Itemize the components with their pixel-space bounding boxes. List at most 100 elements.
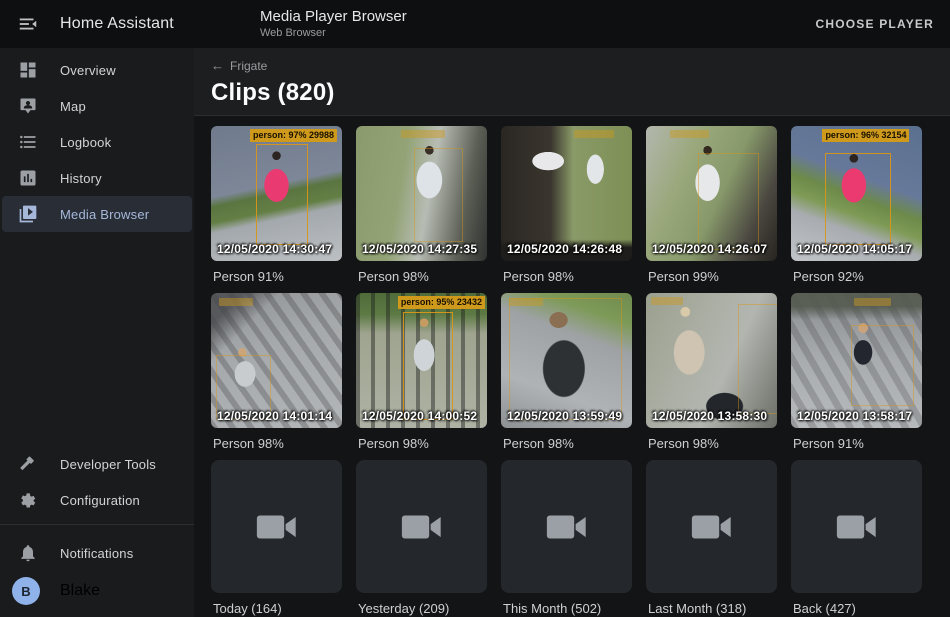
folder-this-month[interactable]: [501, 460, 632, 593]
video-camera-icon: [834, 511, 880, 543]
back-arrow-icon: ←: [211, 58, 224, 73]
detection-label-faded: [670, 130, 709, 138]
page-heading: Clips (820): [211, 79, 950, 107]
clip-label: Person 98%: [358, 436, 487, 452]
folder-card: Today (164): [211, 460, 342, 616]
sidebar-item-configuration[interactable]: Configuration: [2, 482, 192, 518]
breadcrumb-label: Frigate: [230, 59, 267, 73]
clip-timestamp: 12/05/2020 14:00:52: [362, 409, 477, 423]
content-header: ← Frigate Clips (820): [194, 48, 950, 116]
hammer-icon: [18, 454, 38, 474]
sidebar-item-label: Configuration: [60, 493, 140, 508]
sidebar-item-label: Media Browser: [60, 207, 149, 222]
clip-thumbnail[interactable]: 12/05/2020 13:58:17: [791, 293, 922, 428]
detection-label-faded: [854, 298, 891, 306]
clip-label: Person 98%: [358, 269, 487, 285]
folder-last-month[interactable]: [646, 460, 777, 593]
clip-card: person: 96% 32154 12/05/2020 14:05:17 Pe…: [791, 126, 922, 293]
detection-bbox: [738, 304, 777, 415]
clip-thumbnail[interactable]: person: 95% 23432 12/05/2020 14:00:52: [356, 293, 487, 428]
sidebar-item-label: Overview: [60, 63, 116, 78]
video-camera-icon: [689, 511, 735, 543]
breadcrumb-back[interactable]: ← Frigate: [211, 58, 267, 73]
sidebar-item-label: History: [60, 171, 102, 186]
sidebar-toggle-icon[interactable]: [16, 12, 40, 36]
clip-label: Person 99%: [648, 269, 777, 285]
clip-thumbnail[interactable]: 12/05/2020 13:58:30: [646, 293, 777, 428]
sidebar-item-overview[interactable]: Overview: [2, 52, 192, 88]
clip-timestamp: 12/05/2020 14:26:07: [652, 242, 767, 256]
sidebar-item-history[interactable]: History: [2, 160, 192, 196]
detection-label-faded: [219, 298, 253, 306]
app-bar: Home Assistant Media Player Browser Web …: [0, 0, 950, 48]
clip-timestamp: 12/05/2020 14:27:35: [362, 242, 477, 256]
folder-card: This Month (502): [501, 460, 632, 616]
clip-timestamp: 12/05/2020 14:05:17: [797, 242, 912, 256]
user-avatar: B: [12, 577, 40, 605]
video-camera-icon: [254, 511, 300, 543]
clips-grid: person: 97% 29988 12/05/2020 14:30:47 Pe…: [194, 116, 950, 616]
clip-card: person: 95% 23432 12/05/2020 14:00:52 Pe…: [356, 293, 487, 460]
sidebar-item-map[interactable]: Map: [2, 88, 192, 124]
format-list-bulleted-icon: [18, 132, 38, 152]
detection-bbox: [256, 144, 308, 245]
clip-thumbnail[interactable]: person: 97% 29988 12/05/2020 14:30:47: [211, 126, 342, 261]
folder-card: Back (427): [791, 460, 922, 616]
clip-timestamp: 12/05/2020 14:01:14: [217, 409, 332, 423]
page-title-block: Media Player Browser Web Browser: [260, 8, 407, 41]
sidebar-item-user-profile[interactable]: B Blake: [2, 571, 192, 611]
sidebar-item-developer-tools[interactable]: Developer Tools: [2, 446, 192, 482]
gear-icon: [18, 490, 38, 510]
clip-card: 12/05/2020 13:59:49 Person 98%: [501, 293, 632, 460]
detection-label-faded: [574, 130, 613, 138]
folder-today[interactable]: [211, 460, 342, 593]
clip-thumbnail[interactable]: 12/05/2020 14:26:07: [646, 126, 777, 261]
clip-timestamp: 12/05/2020 14:26:48: [507, 242, 622, 256]
view-dashboard-icon: [18, 60, 38, 80]
clip-timestamp: 12/05/2020 13:59:49: [507, 409, 622, 423]
clip-label: Person 91%: [213, 269, 342, 285]
sidebar-item-notifications[interactable]: Notifications: [2, 535, 192, 571]
clip-thumbnail[interactable]: person: 96% 32154 12/05/2020 14:05:17: [791, 126, 922, 261]
clip-thumbnail[interactable]: 12/05/2020 14:01:14: [211, 293, 342, 428]
folder-yesterday[interactable]: [356, 460, 487, 593]
clip-thumbnail[interactable]: 12/05/2020 14:26:48: [501, 126, 632, 261]
home-assistant-app: Home Assistant Media Player Browser Web …: [0, 0, 950, 617]
sidebar-item-logbook[interactable]: Logbook: [2, 124, 192, 160]
clip-card: 12/05/2020 14:26:48 Person 98%: [501, 126, 632, 293]
play-box-multiple-icon: [18, 204, 38, 224]
user-name: Blake: [60, 582, 100, 600]
page-title: Media Player Browser: [260, 8, 407, 27]
clip-card: 12/05/2020 14:27:35 Person 98%: [356, 126, 487, 293]
clip-thumbnail[interactable]: 12/05/2020 14:27:35: [356, 126, 487, 261]
sidebar-item-media-browser[interactable]: Media Browser: [2, 196, 192, 232]
folder-back[interactable]: [791, 460, 922, 593]
clip-label: Person 98%: [648, 436, 777, 452]
video-camera-icon: [399, 511, 445, 543]
video-camera-icon: [544, 511, 590, 543]
detection-label: person: 97% 29988: [250, 129, 337, 142]
detection-label-faded: [509, 298, 543, 306]
detection-label-faded: [401, 130, 446, 138]
choose-player-button[interactable]: CHOOSE PLAYER: [815, 0, 934, 48]
clip-card: 12/05/2020 13:58:17 Person 91%: [791, 293, 922, 460]
sidebar-item-label: Logbook: [60, 135, 111, 150]
folder-card: Last Month (318): [646, 460, 777, 616]
detection-bbox: [414, 148, 464, 243]
clip-card: 12/05/2020 14:26:07 Person 99%: [646, 126, 777, 293]
clip-timestamp: 12/05/2020 13:58:30: [652, 409, 767, 423]
clip-card: 12/05/2020 13:58:30 Person 98%: [646, 293, 777, 460]
sidebar-spacer: [0, 232, 194, 446]
folder-label: This Month (502): [503, 601, 632, 616]
detection-bbox: [851, 325, 914, 406]
sidebar-item-label: Map: [60, 99, 86, 114]
folder-label: Last Month (318): [648, 601, 777, 616]
clip-thumbnail[interactable]: 12/05/2020 13:59:49: [501, 293, 632, 428]
page-subtitle: Web Browser: [260, 27, 407, 41]
clip-label: Person 98%: [503, 269, 632, 285]
folder-label: Yesterday (209): [358, 601, 487, 616]
sidebar-divider: [0, 524, 194, 525]
app-bar-left: Home Assistant: [0, 12, 194, 36]
clip-label: Person 98%: [503, 436, 632, 452]
clip-card: 12/05/2020 14:01:14 Person 98%: [211, 293, 342, 460]
